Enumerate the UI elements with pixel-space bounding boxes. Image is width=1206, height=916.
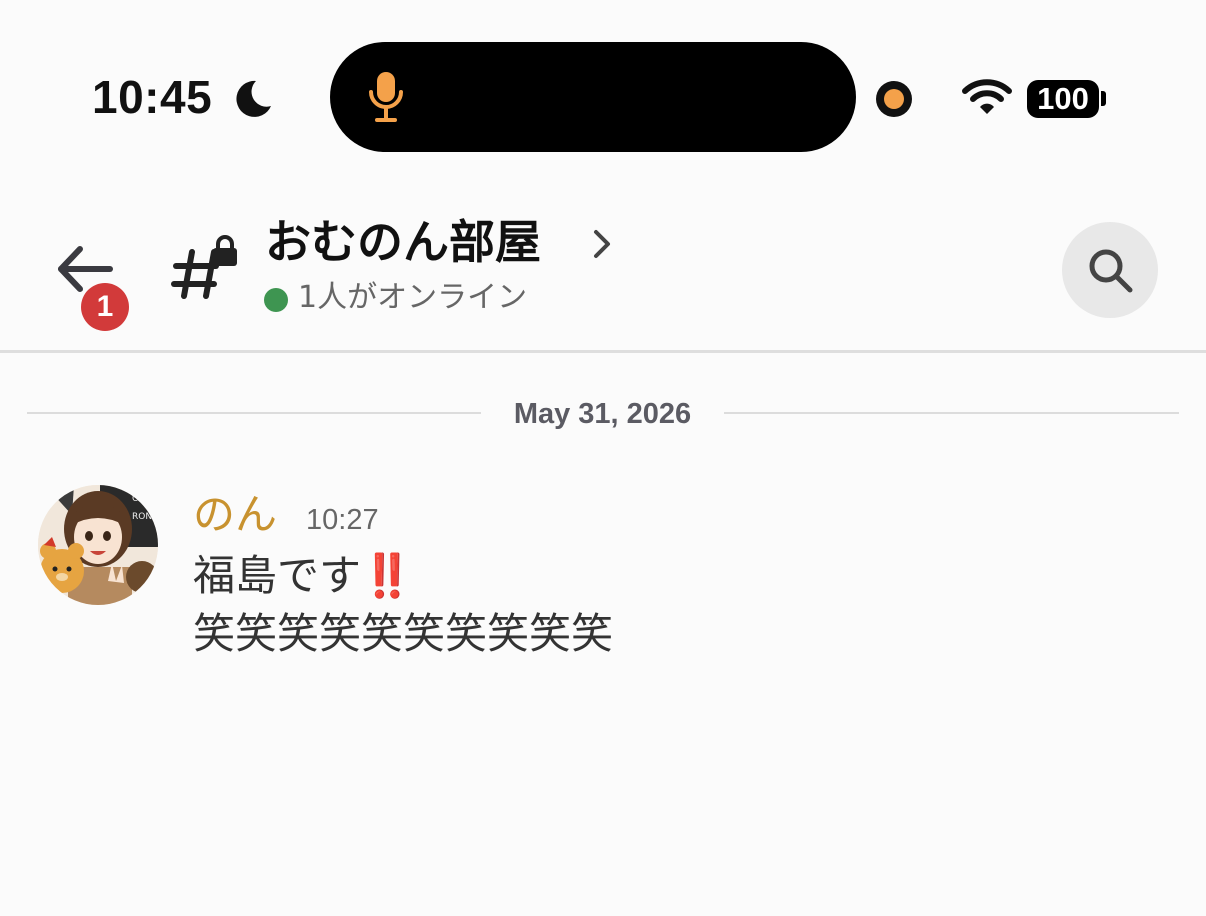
message-username[interactable]: のん — [193, 490, 277, 540]
online-status-dot — [264, 288, 288, 312]
online-status-text: 1人がオンライン — [298, 280, 528, 315]
wifi-icon — [962, 79, 1012, 114]
message-text-line: 笑笑笑笑笑笑笑笑笑笑 — [193, 609, 614, 658]
private-channel-icon — [171, 235, 237, 299]
status-time: 10:45 — [92, 71, 213, 123]
avatar[interactable]: OMU RON — [38, 485, 158, 605]
message-text-line: 福島です‼️ — [193, 548, 413, 604]
microphone-icon — [369, 72, 403, 122]
battery-nub — [1101, 91, 1106, 106]
svg-text:OMU: OMU — [132, 494, 153, 504]
date-divider-line — [27, 412, 481, 414]
dynamic-island — [330, 42, 856, 152]
search-button[interactable] — [1062, 222, 1158, 318]
chevron-right-icon[interactable] — [590, 228, 614, 260]
header-divider — [0, 350, 1206, 353]
date-label: May 31, 2026 — [513, 398, 692, 430]
avatar-illustration: OMU RON — [38, 485, 158, 605]
search-icon — [1089, 249, 1133, 293]
svg-text:RON: RON — [132, 512, 152, 522]
unread-badge: 1 — [81, 283, 129, 331]
recording-dot-icon — [876, 81, 912, 117]
date-divider-line — [724, 412, 1179, 414]
battery-icon: 100 — [1027, 80, 1099, 118]
message-text: 福島です — [193, 551, 362, 600]
channel-name[interactable]: おむのん部屋 — [265, 212, 541, 272]
double-exclamation-emoji: ‼️ — [361, 551, 413, 600]
moon-icon — [236, 80, 271, 117]
message-timestamp: 10:27 — [306, 504, 379, 536]
